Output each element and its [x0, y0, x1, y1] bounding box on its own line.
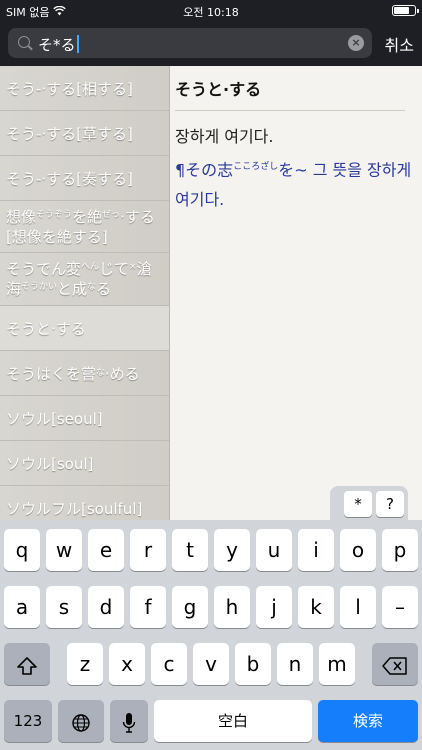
key-f[interactable]: f	[130, 586, 166, 628]
key-j[interactable]: j	[256, 586, 292, 628]
key-o[interactable]: o	[340, 529, 376, 571]
key-z[interactable]: z	[67, 643, 103, 685]
list-item[interactable]: ソウル[seoul]	[0, 396, 169, 441]
definition-pane: そうと·する 장하게 여기다. ¶その志こころざしを~ 그 뜻을 장하게 여기다…	[170, 66, 422, 520]
shift-icon	[17, 656, 37, 675]
list-item[interactable]: そうはくを嘗な ·める	[0, 351, 169, 396]
key-l[interactable]: l	[340, 586, 376, 628]
shift-key[interactable]	[4, 643, 50, 685]
definition-text: 장하게 여기다.	[175, 127, 274, 146]
battery-icon	[392, 5, 419, 16]
backspace-icon	[382, 656, 407, 675]
key-m[interactable]: m	[319, 643, 355, 685]
key-a[interactable]: a	[4, 586, 40, 628]
list-item[interactable]: そう-·する[奏する]	[0, 156, 169, 201]
key-n[interactable]: n	[277, 643, 313, 685]
asterisk-key[interactable]: *	[344, 491, 372, 517]
clock: 오전 10:18	[183, 6, 239, 19]
key-q[interactable]: q	[4, 529, 40, 571]
search-key[interactable]: 検索	[318, 700, 418, 742]
clear-icon[interactable]: ×	[348, 35, 364, 51]
globe-icon	[72, 713, 90, 732]
key-h[interactable]: h	[214, 586, 250, 628]
list-item[interactable]: ソウル[soul]	[0, 441, 169, 486]
cancel-button[interactable]: 취소	[385, 32, 414, 56]
key-d[interactable]: d	[88, 586, 124, 628]
key-x[interactable]: x	[109, 643, 145, 685]
key-k[interactable]: k	[298, 586, 334, 628]
key-e[interactable]: e	[88, 529, 124, 571]
key-s[interactable]: s	[46, 586, 82, 628]
numbers-key[interactable]: 123	[4, 700, 52, 742]
list-item[interactable]: そう-·する[草する]	[0, 111, 169, 156]
backspace-key[interactable]	[372, 643, 418, 685]
question-key[interactable]: ?	[376, 491, 404, 517]
microphone-key[interactable]	[110, 700, 148, 742]
key-v[interactable]: v	[193, 643, 229, 685]
globe-key[interactable]	[58, 700, 104, 742]
key-u[interactable]: u	[256, 529, 292, 571]
result-list: そう-·する[相する] そう-·する[草する] そう-·する[奏する] 想像そう…	[0, 66, 170, 520]
key-dash[interactable]: –	[382, 586, 418, 628]
key-c[interactable]: c	[151, 643, 187, 685]
list-item[interactable]: そうでん変へんじて×滄 海そうかいと成なる	[0, 253, 169, 306]
key-w[interactable]: w	[46, 529, 82, 571]
headword: そうと·する	[175, 76, 405, 111]
list-item[interactable]: ソウルフル[soulful]	[0, 486, 169, 520]
key-y[interactable]: y	[214, 529, 250, 571]
key-t[interactable]: t	[172, 529, 208, 571]
key-g[interactable]: g	[172, 586, 208, 628]
key-i[interactable]: i	[298, 529, 334, 571]
status-bar: SIM 없음 오전 10:18	[0, 0, 422, 22]
search-input[interactable]: そ*る ×	[8, 28, 372, 58]
key-r[interactable]: r	[130, 529, 166, 571]
key-p[interactable]: p	[382, 529, 418, 571]
search-bar: そ*る × 취소	[0, 22, 422, 66]
list-item[interactable]: そう-·する[相する]	[0, 66, 169, 111]
microphone-icon	[122, 712, 136, 733]
list-item-selected[interactable]: そうと·する	[0, 306, 169, 351]
definition-body: 장하게 여기다. ¶その志こころざしを~ 그 뜻을 장하게 여기다.	[175, 122, 413, 215]
list-item[interactable]: 想像そうぞうを絶ぜっ·する [想像を絶する]	[0, 201, 169, 253]
text-caret	[76, 35, 79, 53]
search-icon	[18, 36, 30, 48]
key-b[interactable]: b	[235, 643, 271, 685]
search-query: そ*る	[38, 36, 76, 54]
space-key[interactable]: 空白	[154, 700, 312, 742]
example-sentence: ¶その志こころざしを~ 그 뜻을 장하게 여기다.	[175, 160, 412, 210]
